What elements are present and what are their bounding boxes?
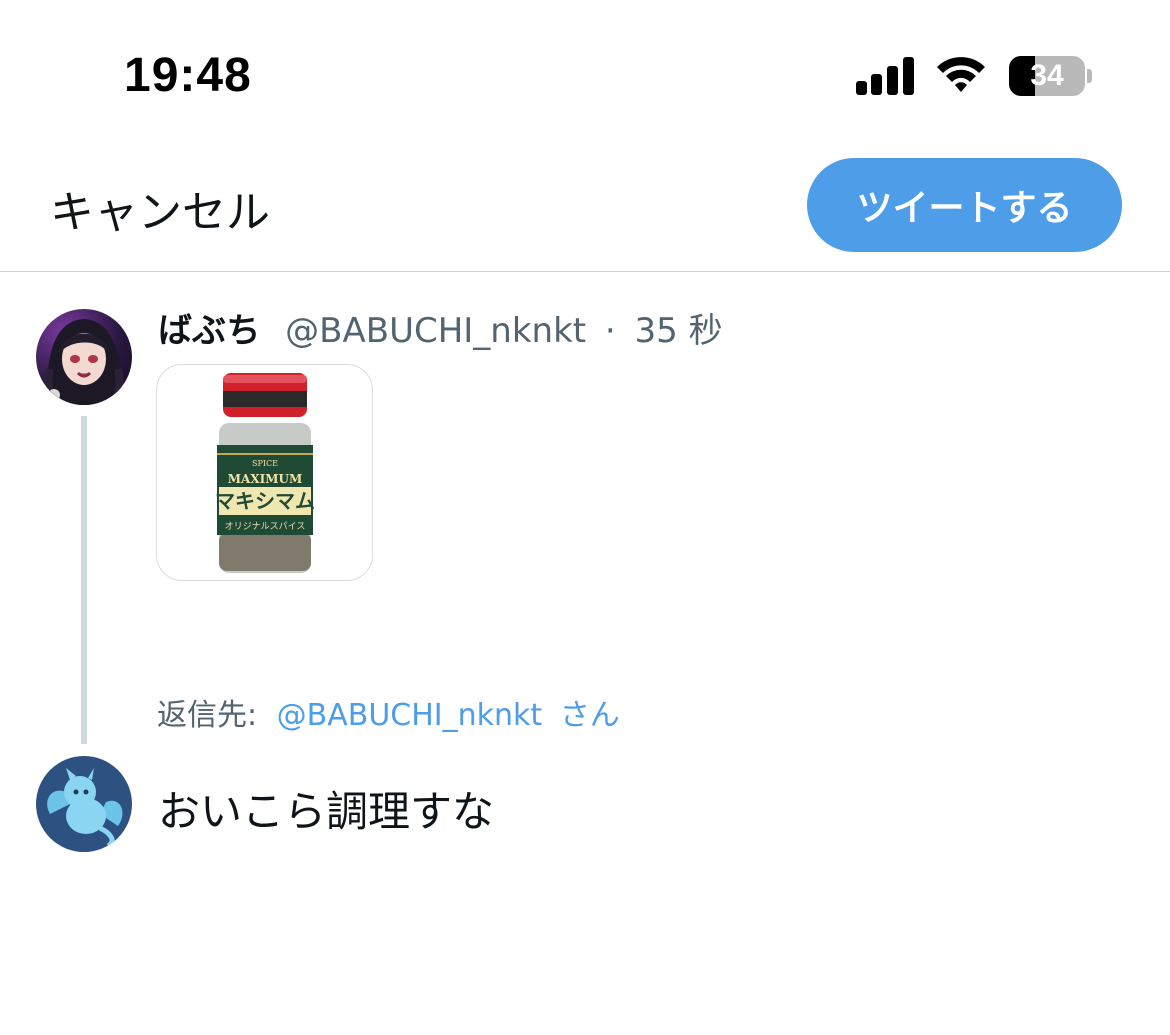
cancel-button[interactable]: キャンセル <box>50 176 270 240</box>
tweet-media-thumbnail[interactable]: SPICE MAXIMUM マキシマム オリジナルスパイス <box>156 364 373 581</box>
meta-separator: · <box>604 311 616 351</box>
tweet-author-row: ばぶち @BABUCHI_nknkt · 35 秒 <box>158 303 723 352</box>
tweet-button[interactable]: ツイートする <box>807 158 1122 252</box>
battery-icon: 34 <box>1009 56 1085 96</box>
reply-to-prefix: 返信先: <box>157 698 258 733</box>
author-display-name[interactable]: ばぶち <box>158 311 260 351</box>
bottle-label-english: MAXIMUM <box>228 472 303 486</box>
reply-compose-text[interactable]: おいこら調理すな <box>158 778 494 839</box>
reply-to-suffix[interactable]: さん <box>560 698 620 733</box>
header-divider <box>0 271 1170 272</box>
battery-nub <box>1087 69 1092 83</box>
thread-connector-line <box>81 416 87 744</box>
author-handle[interactable]: @BABUCHI_nknkt <box>285 311 586 351</box>
wifi-icon <box>937 57 985 92</box>
bottle-label-tagline: オリジナルスパイス <box>225 521 306 532</box>
spice-bottle-image: SPICE MAXIMUM マキシマム オリジナルスパイス <box>215 373 315 573</box>
reply-to-handle-link[interactable]: @BABUCHI_nknkt <box>277 698 543 733</box>
dragon-avatar-image <box>47 768 123 849</box>
cellular-signal-icon <box>856 57 914 95</box>
battery-level: 34 <box>1030 59 1064 92</box>
original-author-avatar[interactable] <box>36 309 132 405</box>
tweet-timestamp: 35 秒 <box>634 311 723 351</box>
bottle-label-band: SPICE <box>252 459 278 468</box>
status-time: 19:48 <box>124 49 252 102</box>
anime-character-avatar-image <box>44 319 124 405</box>
current-user-avatar[interactable] <box>36 756 132 852</box>
reply-to-line: 返信先: @BABUCHI_nknkt さん <box>157 690 620 734</box>
bottle-label-japanese: マキシマム <box>215 489 315 513</box>
